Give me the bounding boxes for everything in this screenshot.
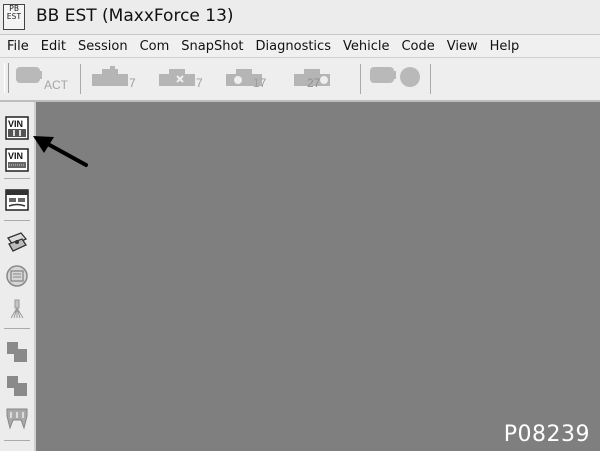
sidebar-separator [4,440,30,441]
sidebar-vin-button-1[interactable]: VIN [5,116,29,140]
sidebar-separator [4,178,30,179]
engine-test-icon: 17 [226,69,267,90]
toolbar-separator [360,64,361,94]
engine-diagram-icon [6,265,28,287]
toolbar-separator [80,64,81,94]
vin-icon: VIN [5,148,29,172]
engine-test-icon: 7 [159,69,203,90]
menu-snapshot[interactable]: SnapShot [175,35,249,55]
sidebar-connector-button[interactable] [5,230,29,254]
vin-icon: VIN [5,116,29,140]
toolbar-grip[interactable] [4,63,9,93]
sidebar-vin-label-2: VIN [8,151,23,161]
menu-vehicle[interactable]: Vehicle [337,35,396,55]
sidebar-engine-diagram-button[interactable] [5,264,29,288]
figure-reference-label: P08239 [503,422,590,447]
toolbar-engine-test-4-label: 27 [307,76,321,90]
module-block-icon [7,342,27,362]
menu-edit[interactable]: Edit [35,35,72,55]
toolbar-engine-test-2-button[interactable]: 7 [157,65,209,91]
module-indicator-icon [370,67,420,87]
toolbar-act-button[interactable]: ACT [14,65,74,91]
sidebar-parameter-screen-button[interactable] [5,188,29,212]
menu-com[interactable]: Com [134,35,176,55]
sidebar-separator [4,220,30,221]
sidebar-separator [4,328,30,329]
engine-test-icon: 27 [294,69,330,90]
window-title: BB EST (MaxxForce 13) [36,6,234,26]
sidebar-module-block-button-1[interactable] [5,340,29,364]
menu-code[interactable]: Code [395,35,440,55]
tooth-icon [6,408,28,430]
menu-file[interactable]: File [0,35,35,55]
callout-arrow [33,136,88,167]
toolbar-separator [430,64,431,94]
toolbar: ACT 7 7 17 27 [0,58,600,102]
app-icon[interactable]: PB EST [3,4,25,30]
app-icon-text: PB EST [6,4,22,21]
act-connector-icon: ACT [16,67,69,91]
sidebar-vin-button-2[interactable]: VIN [5,148,29,172]
title-bar: PB EST BB EST (MaxxForce 13) [0,0,600,35]
toolbar-engine-test-1-button[interactable]: 7 [90,65,142,91]
connector-icon [6,232,28,252]
toolbar-engine-test-4-button[interactable]: 27 [292,65,344,91]
toolbar-engine-test-2-label: 7 [196,76,203,90]
parameter-screen-icon [5,189,29,211]
engine-test-icon: 7 [92,66,136,90]
main-workspace [36,102,600,451]
toolbar-act-label: ACT [44,78,69,91]
menu-view[interactable]: View [441,35,484,55]
toolbar-engine-test-1-label: 7 [129,76,136,90]
menu-diagnostics[interactable]: Diagnostics [250,35,337,55]
sidebar-module-block-button-2[interactable] [5,374,29,398]
toolbar-engine-test-3-label: 17 [253,76,267,90]
sidebar-vin-label-1: VIN [8,119,23,129]
spray-icon [10,299,24,319]
module-block-icon [7,376,27,396]
toolbar-engine-test-3-button[interactable]: 17 [224,65,276,91]
toolbar-module-button[interactable] [368,65,426,91]
menu-help[interactable]: Help [484,35,526,55]
menu-session[interactable]: Session [72,35,134,55]
sidebar-tooth-button[interactable] [5,406,29,430]
sidebar-spray-button[interactable] [5,296,29,320]
menu-bar: File Edit Session Com SnapShot Diagnosti… [0,35,600,58]
